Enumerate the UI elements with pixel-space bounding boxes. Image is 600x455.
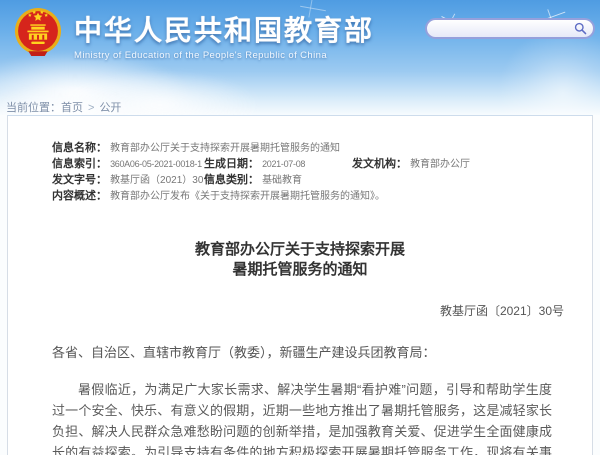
meta-date-label: 生成日期： — [204, 158, 259, 170]
breadcrumb-separator: > — [88, 102, 94, 114]
document-title-line1: 教育部办公厅关于支持探索开展 — [8, 240, 592, 260]
search-box[interactable] — [425, 18, 595, 39]
site-title: 中华人民共和国教育部 — [74, 14, 374, 48]
site-logo[interactable]: 中华人民共和国教育部 Ministry of Education of the … — [74, 14, 374, 61]
meta-category-label: 信息类别： — [204, 174, 259, 186]
document-salutation: 各省、自治区、直辖市教育厅（教委），新疆生产建设兵团教育局： — [8, 343, 592, 363]
dandelion-seed-decoration — [300, 6, 326, 11]
document-title-line2: 暑期托管服务的通知 — [8, 260, 592, 280]
document-number: 教基厅函〔2021〕30号 — [8, 302, 592, 319]
meta-org-label: 发文机构： — [352, 158, 407, 170]
breadcrumb: 当前位置：首页 > 公开 — [6, 99, 121, 115]
national-emblem-icon[interactable] — [14, 7, 62, 58]
meta-summary-value: 教育部办公厅发布《关于支持探索开展暑期托管服务的通知》。 — [110, 191, 385, 202]
meta-date-value: 2021-07-08 — [262, 159, 305, 169]
meta-row-summary: 内容概述： 教育部办公厅发布《关于支持探索开展暑期托管服务的通知》。 — [52, 188, 592, 204]
document-body-paragraph: 暑假临近，为满足广大家长需求、解决学生暑期“看护难”问题，引导和帮助学生度过一个… — [8, 379, 592, 455]
meta-index-value: 360A06-05-2021-0018-1 — [110, 159, 202, 169]
meta-docno-label: 发文字号： — [52, 174, 107, 186]
meta-row-index: 信息索引： 360A06-05-2021-0018-1 生成日期： 2021-0… — [52, 156, 592, 172]
meta-org-value: 教育部办公厅 — [410, 159, 470, 170]
meta-name-value: 教育部办公厅关于支持探索开展暑期托管服务的通知 — [110, 143, 340, 154]
search-input[interactable] — [427, 21, 574, 37]
search-icon[interactable] — [574, 22, 587, 35]
meta-name-label: 信息名称： — [52, 142, 107, 154]
meta-row-name: 信息名称： 教育部办公厅关于支持探索开展暑期托管服务的通知 — [52, 140, 592, 156]
meta-docno-value: 教基厅函（2021）30号 — [110, 175, 213, 186]
meta-category-value: 基础教育 — [262, 175, 302, 186]
meta-index-label: 信息索引： — [52, 158, 107, 170]
document-title: 教育部办公厅关于支持探索开展 暑期托管服务的通知 — [8, 240, 592, 280]
content-panel: 信息名称： 教育部办公厅关于支持探索开展暑期托管服务的通知 信息索引： 360A… — [7, 115, 593, 455]
site-subtitle: Ministry of Education of the People's Re… — [74, 50, 374, 61]
breadcrumb-home-link[interactable]: 首页 — [61, 102, 83, 114]
document-metadata: 信息名称： 教育部办公厅关于支持探索开展暑期托管服务的通知 信息索引： 360A… — [8, 116, 592, 204]
dandelion-decoration — [498, 28, 600, 115]
breadcrumb-current-link[interactable]: 公开 — [99, 102, 121, 114]
meta-row-docno: 发文字号： 教基厅函（2021）30号 信息类别： 基础教育 — [52, 172, 592, 188]
header-banner: 中华人民共和国教育部 Ministry of Education of the … — [0, 0, 600, 115]
breadcrumb-prefix: 当前位置： — [6, 102, 61, 114]
meta-summary-label: 内容概述： — [52, 190, 107, 202]
